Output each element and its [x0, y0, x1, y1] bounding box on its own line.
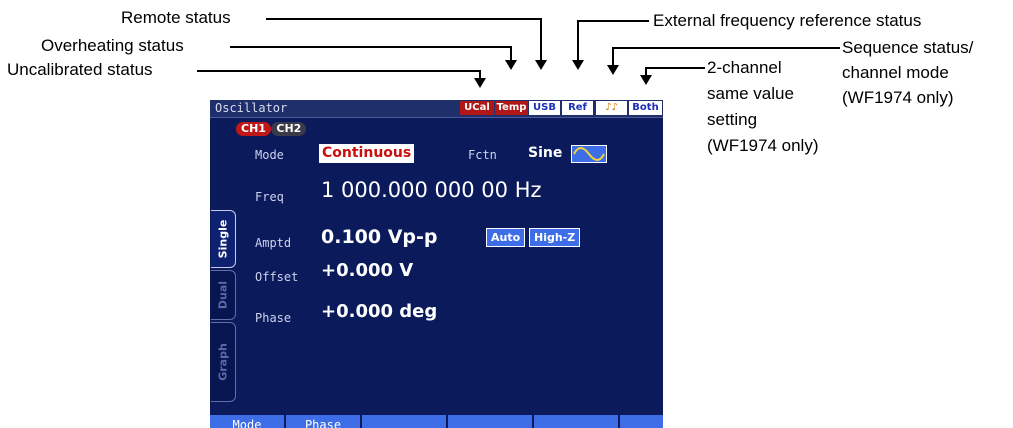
phase-label: Phase: [255, 311, 292, 325]
tab-ch2[interactable]: CH2: [271, 122, 307, 136]
softkey-3[interactable]: [362, 415, 448, 428]
amplitude-value[interactable]: 0.100 Vp-p: [321, 226, 438, 248]
function-label: Fctn: [468, 148, 497, 162]
sine-wave-icon: [571, 145, 607, 163]
mode-value[interactable]: Continuous: [319, 144, 415, 163]
callout-arrow-uncalibrated: [474, 78, 486, 88]
tab-dual[interactable]: Dual: [211, 270, 236, 320]
softkey-5[interactable]: [534, 415, 620, 428]
offset-label: Offset: [255, 270, 299, 284]
callout-line-two-channel: [645, 67, 705, 69]
external-reference-badge: Ref: [562, 101, 593, 115]
callout-arrow-two-channel: [640, 75, 652, 85]
callout-line-overheating: [230, 46, 512, 48]
screen-title: Oscillator: [215, 101, 288, 115]
tab-graph[interactable]: Graph: [211, 322, 236, 402]
frequency-value[interactable]: 1 000.000 000 00 Hz: [321, 178, 542, 202]
callout-arrow-sequence: [607, 65, 619, 75]
uncalibrated-status-badge: UCal: [460, 101, 494, 115]
offset-value[interactable]: +0.000 V: [321, 260, 413, 281]
overheating-status-badge: Temp: [495, 101, 528, 115]
auto-range-badge: Auto: [486, 228, 526, 247]
softkey-6[interactable]: [620, 415, 663, 428]
sequence-status-icon: ♪♪: [596, 101, 627, 115]
callout-arrow-external-ref: [572, 60, 584, 70]
callout-line-remote: [266, 18, 542, 20]
title-bar: Oscillator UCal Temp USB Ref ♪♪ Both: [210, 100, 663, 118]
annotation-two-channel-line3: setting: [707, 110, 758, 129]
tab-ch1[interactable]: CH1: [236, 122, 271, 136]
two-channel-same-value-badge: Both: [629, 101, 662, 115]
callout-line-external-ref: [577, 20, 649, 22]
annotation-remote-status: Remote status: [121, 8, 231, 27]
callout-line-uncalibrated-vertical: [479, 70, 481, 78]
annotation-sequence-channel-mode: channel mode: [842, 63, 949, 82]
phase-value[interactable]: +0.000 deg: [321, 301, 437, 322]
callout-line-remote-vertical: [540, 18, 542, 62]
annotation-uncalibrated-status: Uncalibrated status: [7, 60, 153, 79]
tab-graph-label: Graph: [216, 343, 230, 381]
annotation-overheating-status: Overheating status: [41, 36, 184, 55]
callout-line-uncalibrated: [197, 70, 481, 72]
annotation-two-channel-line2: same value: [707, 84, 794, 103]
oscillator-screen: Oscillator UCal Temp USB Ref ♪♪ Both Sin…: [210, 100, 663, 428]
remote-status-badge: USB: [529, 101, 560, 115]
annotation-sequence-status: Sequence status/: [842, 38, 974, 57]
softkey-4[interactable]: [448, 415, 534, 428]
annotation-two-channel-line1: 2-channel: [707, 58, 782, 77]
softkey-bar: Mode Phase: [210, 415, 663, 428]
tab-single[interactable]: Single: [211, 210, 236, 268]
callout-arrow-overheating: [505, 60, 517, 70]
mode-label: Mode: [255, 148, 284, 162]
softkey-2[interactable]: Phase: [286, 415, 362, 428]
callout-line-external-ref-vertical: [577, 20, 579, 62]
load-impedance-badge: High-Z: [529, 228, 581, 247]
annotation-external-reference-status: External frequency reference status: [653, 11, 922, 30]
amplitude-label: Amptd: [255, 236, 292, 250]
callout-arrow-remote: [535, 60, 547, 70]
annotation-two-channel-line4: (WF1974 only): [707, 136, 819, 155]
callout-line-sequence-vertical: [612, 47, 614, 67]
function-value[interactable]: Sine: [528, 145, 562, 161]
softkey-1[interactable]: Mode: [210, 415, 286, 428]
channel-tabs: CH1 CH2: [236, 122, 307, 136]
frequency-label: Freq: [255, 190, 284, 204]
tab-single-label: Single: [216, 219, 230, 259]
annotation-sequence-model-note: (WF1974 only): [842, 88, 954, 107]
callout-line-sequence: [612, 47, 840, 49]
tab-dual-label: Dual: [216, 280, 230, 310]
